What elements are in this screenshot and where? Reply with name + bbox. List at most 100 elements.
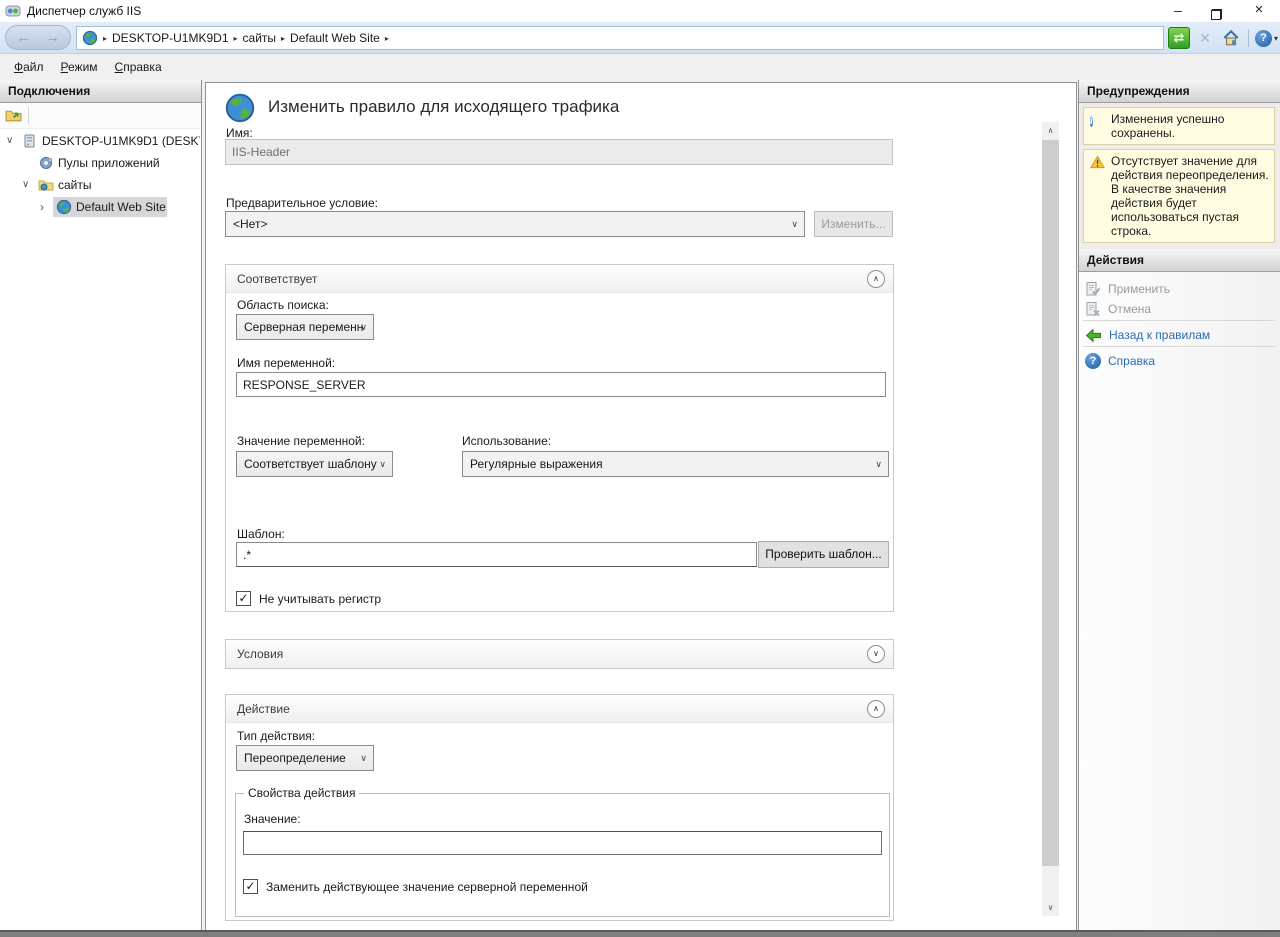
action-value-label: Значение:: [244, 812, 301, 826]
tree-item-sites[interactable]: ∨ сайты: [0, 175, 202, 195]
expand-section-button[interactable]: ∨: [867, 645, 885, 663]
precondition-select[interactable]: <Нет> ∨: [225, 211, 805, 237]
tree-collapsed-icon[interactable]: ›: [40, 197, 44, 217]
tree-item-server[interactable]: ∨ DESKTOP-U1MK9D1 (DESKTOP: [0, 131, 202, 151]
breadcrumb-arrow-icon: ▸: [234, 33, 238, 43]
alert-warning: Отсутствует значение для действия переоп…: [1083, 149, 1275, 243]
collapse-section-button[interactable]: ∧: [867, 270, 885, 288]
action-value-input[interactable]: [243, 831, 882, 855]
menu-file-rest: айл: [23, 60, 43, 74]
conditions-section-header[interactable]: Условия ∨: [226, 640, 893, 668]
menu-view[interactable]: Режим: [61, 60, 98, 74]
replace-value-checkbox[interactable]: ✓: [243, 879, 258, 894]
tree-item-app-pools[interactable]: Пулы приложений: [0, 153, 202, 173]
tree-item-sites-label: сайты: [58, 175, 198, 195]
apply-icon: [1085, 281, 1101, 297]
back-to-rules-action[interactable]: Назад к правилам: [1085, 325, 1210, 345]
page-globe-icon: [224, 92, 256, 124]
action-properties-legend: Свойства действия: [244, 786, 359, 800]
vertical-scrollbar[interactable]: ∧ ∨: [1042, 122, 1059, 916]
actions-divider: [1083, 320, 1275, 321]
menu-file[interactable]: Файл: [14, 60, 44, 74]
back-arrow-icon: [1085, 327, 1102, 344]
scroll-up-button[interactable]: ∧: [1042, 122, 1059, 139]
tree-expanded-icon[interactable]: ∨: [6, 131, 13, 151]
back-button[interactable]: ←: [10, 26, 36, 49]
match-section: Соответствует ∧ Область поиска: Серверна…: [225, 264, 894, 612]
action-type-value: Переопределение: [244, 751, 346, 765]
action-properties-group: Свойства действия Значение: ✓ Заменить д…: [235, 793, 890, 917]
window-bottom-edge: [0, 930, 1280, 937]
action-type-label: Тип действия:: [237, 729, 315, 743]
variable-name-input[interactable]: [236, 372, 886, 397]
info-icon: i: [1090, 113, 1105, 128]
test-pattern-button[interactable]: Проверить шаблон...: [758, 541, 889, 568]
breadcrumb-item-server[interactable]: DESKTOP-U1MK9D1: [112, 31, 228, 45]
toolbar-buttons: ⇄ ✕ ? ▾: [1168, 26, 1278, 50]
close-button[interactable]: ×: [1238, 0, 1280, 22]
alerts-header: Предупреждения: [1079, 80, 1280, 103]
using-value: Регулярные выражения: [470, 457, 603, 471]
alert-info-text: Изменения успешно сохранены.: [1111, 112, 1224, 140]
help-button[interactable]: ? ▾: [1255, 30, 1278, 47]
back-to-rules-label[interactable]: Назад к правилам: [1109, 328, 1210, 342]
tree-item-server-label: DESKTOP-U1MK9D1 (DESKTOP: [42, 131, 200, 151]
menu-help[interactable]: Справка: [115, 60, 162, 74]
action-type-select[interactable]: Переопределение ∨: [236, 745, 374, 771]
help-action[interactable]: ? Справка: [1085, 351, 1155, 371]
create-connection-icon[interactable]: [5, 107, 22, 124]
menu-help-accesskey: С: [115, 60, 124, 74]
scope-label: Область поиска:: [237, 298, 329, 312]
cancel-icon: [1085, 301, 1101, 317]
breadcrumb-arrow-icon: ▸: [385, 33, 389, 43]
ignore-case-checkbox[interactable]: ✓: [236, 591, 251, 606]
action-section: Действие ∧ Тип действия: Переопределение…: [225, 694, 894, 921]
variable-value-label: Значение переменной:: [237, 434, 365, 448]
match-section-header[interactable]: Соответствует ∧: [226, 265, 893, 293]
server-icon: [22, 133, 38, 149]
address-toolbar: ← → ▸ DESKTOP-U1MK9D1 ▸ сайты ▸ Default …: [0, 22, 1280, 54]
alert-info: i Изменения успешно сохранены.: [1083, 107, 1275, 145]
chevron-down-icon: ∨: [379, 452, 386, 476]
action-section-header[interactable]: Действие ∧: [226, 695, 893, 723]
replace-value-label: Заменить действующее значение серверной …: [266, 880, 588, 894]
refresh-button[interactable]: ⇄: [1168, 27, 1190, 49]
tree-item-default-web-site[interactable]: › Default Web Site: [0, 197, 202, 217]
menu-view-accesskey: Р: [61, 60, 68, 74]
restore-button[interactable]: [1196, 0, 1236, 22]
chevron-down-icon: ∨: [791, 212, 798, 236]
breadcrumb: ▸ DESKTOP-U1MK9D1 ▸ сайты ▸ Default Web …: [76, 26, 1164, 50]
collapse-section-button[interactable]: ∧: [867, 700, 885, 718]
navigation-cluster: ← →: [5, 25, 71, 50]
breadcrumb-item-sites[interactable]: сайты: [243, 31, 277, 45]
info-icon-glyph: i: [1090, 116, 1093, 127]
forward-button[interactable]: →: [40, 26, 66, 49]
iis-app-icon: [5, 3, 21, 19]
scrollbar-thumb[interactable]: [1042, 140, 1059, 866]
connections-panel: Подключения ∨ DESKTOP-U1MK9D1 (DESKTOP П…: [0, 80, 202, 930]
toolbar-divider: [1248, 29, 1249, 47]
scroll-down-button[interactable]: ∨: [1042, 899, 1059, 916]
page-title: Изменить правило для исходящего трафика: [268, 97, 619, 117]
pattern-input[interactable]: [236, 542, 757, 567]
precondition-value: <Нет>: [233, 217, 267, 231]
action-section-title: Действие: [237, 702, 290, 716]
tree-item-app-pools-label: Пулы приложений: [58, 153, 198, 173]
scope-select[interactable]: Серверная переменн ∨: [236, 314, 374, 340]
using-select[interactable]: Регулярные выражения ∨: [462, 451, 889, 477]
home-button[interactable]: [1220, 27, 1242, 49]
apply-action-label: Применить: [1108, 282, 1170, 296]
help-icon: ?: [1255, 30, 1272, 47]
minimize-button[interactable]: –: [1158, 0, 1198, 22]
iis-manager-window: Диспетчер служб IIS – × ← → ▸ DESKTOP-U1…: [0, 0, 1280, 937]
ignore-case-label: Не учитывать регистр: [259, 592, 381, 606]
breadcrumb-item-default-web-site[interactable]: Default Web Site: [290, 31, 380, 45]
conditions-section-title: Условия: [237, 647, 283, 661]
rule-name-field[interactable]: [225, 139, 893, 165]
help-action-label[interactable]: Справка: [1108, 354, 1155, 368]
actions-divider: [1083, 346, 1275, 347]
variable-value-select[interactable]: Соответствует шаблону ∨: [236, 451, 393, 477]
tree-expanded-icon[interactable]: ∨: [22, 175, 29, 195]
site-globe-icon: [82, 30, 98, 46]
edit-outbound-rule-page: Изменить правило для исходящего трафика …: [205, 82, 1077, 931]
